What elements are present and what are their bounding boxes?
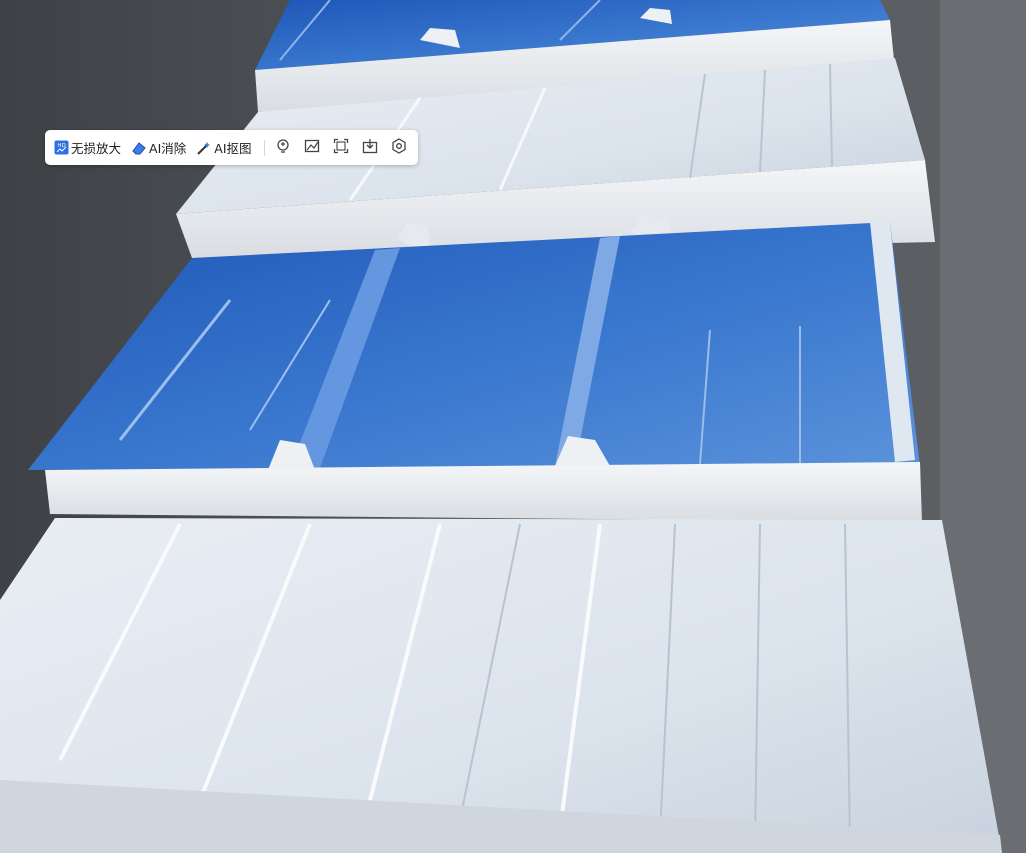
image-edit-button[interactable]: [302, 137, 323, 159]
sandwich-panel-photo: [0, 0, 1026, 853]
download-icon: [362, 138, 378, 157]
eraser-icon: [131, 140, 147, 156]
download-button[interactable]: [360, 137, 381, 159]
tool-cutout[interactable]: AI抠图: [196, 130, 252, 165]
image-toolbar: HD 无损放大 AI消除 AI抠图: [45, 130, 418, 165]
panel-bottom-white: [0, 518, 1002, 853]
tool-cutout-label: AI抠图: [214, 141, 252, 156]
bulb-icon: [275, 138, 291, 157]
toolbar-divider: [263, 139, 265, 156]
crop-icon: [333, 138, 349, 157]
magic-wand-icon: [196, 140, 212, 156]
tool-upscale-label: 无损放大: [71, 141, 122, 156]
tool-erase-label: AI消除: [149, 141, 187, 156]
bulb-button[interactable]: [272, 137, 293, 159]
settings-icon: [391, 138, 407, 157]
tool-upscale[interactable]: HD 无损放大: [53, 130, 121, 165]
settings-button[interactable]: [389, 137, 410, 159]
image-edit-icon: [304, 138, 320, 157]
tool-erase[interactable]: AI消除: [131, 130, 186, 165]
hd-upscale-icon: HD: [53, 140, 69, 156]
crop-button[interactable]: [331, 137, 352, 159]
